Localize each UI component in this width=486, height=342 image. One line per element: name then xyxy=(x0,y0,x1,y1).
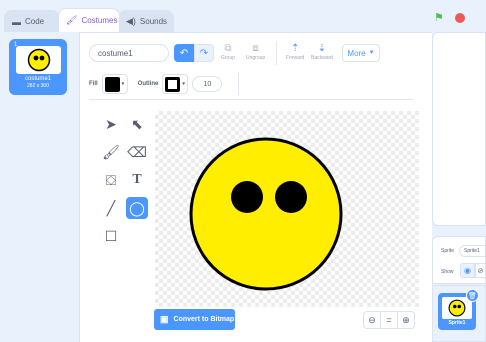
costume-thumbnail xyxy=(16,46,61,74)
outline-label: Outline xyxy=(137,81,159,87)
text-tool[interactable]: T xyxy=(126,169,148,191)
zoom-reset-button[interactable]: = xyxy=(380,311,398,329)
smiley-face-drawing[interactable] xyxy=(155,111,419,307)
properties-divider xyxy=(238,73,239,95)
toolbar-separator xyxy=(89,99,414,100)
tab-code[interactable]: ▬ Code xyxy=(4,10,60,32)
sprite-label: Sprite xyxy=(441,248,455,254)
convert-to-bitmap-button[interactable]: ▣ Convert to Bitmap xyxy=(154,309,235,330)
stop-icon[interactable] xyxy=(455,13,465,23)
circle-tool[interactable]: ◯ xyxy=(126,197,148,219)
toolbar-divider xyxy=(276,41,277,65)
outline-width-input[interactable]: 10 xyxy=(192,76,223,92)
ungroup-label: Ungroup xyxy=(246,55,266,61)
outline-color-preview xyxy=(165,76,181,92)
bitmap-icon: ▣ xyxy=(160,314,169,324)
brush-icon: 🖌 xyxy=(102,143,120,160)
delete-sprite-button[interactable]: 🗑 xyxy=(466,289,479,302)
zoom-out-icon: ⊖ xyxy=(368,314,376,325)
undo-icon[interactable]: ↶ xyxy=(174,44,194,62)
circle-icon: ◯ xyxy=(129,199,145,216)
tab-costumes[interactable]: 🖌 Costumes xyxy=(58,8,120,32)
costume-name-input[interactable]: costume1 xyxy=(89,44,169,62)
group-button[interactable]: ⧉ Group xyxy=(221,42,235,61)
code-icon: ▬ xyxy=(12,16,21,27)
brush-icon: 🖌 xyxy=(66,15,78,25)
convert-label: Convert to Bitmap xyxy=(173,316,235,323)
tab-code-label: Code xyxy=(25,17,45,26)
reshape-tool[interactable]: ⬉ xyxy=(126,113,148,135)
eraser-icon: ⌫ xyxy=(127,143,147,160)
trash-icon: 🗑 xyxy=(468,292,477,300)
costume-name: costume1 xyxy=(24,76,51,82)
forward-icon: ⇡ xyxy=(290,43,300,54)
sprite-name-input[interactable]: Sprite1 xyxy=(459,245,486,257)
fill-color-preview xyxy=(104,76,120,92)
bucket-icon: ⛋ xyxy=(105,171,117,188)
rectangle-tool[interactable]: ☐ xyxy=(100,225,122,247)
backward-label: Backward xyxy=(311,55,333,61)
more-button[interactable]: More ▼ xyxy=(342,44,380,62)
tab-sounds[interactable]: ◀) Sounds xyxy=(118,10,174,32)
reshape-icon: ⬉ xyxy=(131,115,143,132)
rectangle-icon: ☐ xyxy=(104,227,118,244)
group-icon: ⧉ xyxy=(224,43,232,54)
more-label: More xyxy=(347,48,366,58)
fill-tool[interactable]: ⛋ xyxy=(100,169,122,191)
costume-size: 282 x 300 xyxy=(27,83,49,89)
tab-sounds-label: Sounds xyxy=(139,17,168,26)
smiley-thumbnail-icon xyxy=(27,48,50,72)
fill-color-swatch[interactable]: ▾ xyxy=(101,74,128,94)
sprite-name: Sprite1 xyxy=(448,320,466,326)
costume-list: 1 costume1 282 x 300 xyxy=(0,32,80,342)
zoom-in-icon: ⊕ xyxy=(402,314,410,325)
green-flag-icon[interactable]: ⚑ xyxy=(434,11,444,24)
redo-icon[interactable]: ↷ xyxy=(194,44,214,62)
backward-button[interactable]: ⇣ Backward xyxy=(311,42,333,61)
backward-icon: ⇣ xyxy=(317,43,327,54)
tab-costumes-label: Costumes xyxy=(81,16,118,25)
arrow-icon: ➤ xyxy=(105,115,117,132)
outline-color-swatch[interactable]: ▾ xyxy=(162,74,189,94)
chevron-down-icon: ▾ xyxy=(121,81,125,87)
ungroup-icon: ⧈ xyxy=(252,43,259,54)
undo-redo-group: ↶ ↷ xyxy=(174,44,214,62)
zoom-out-button[interactable]: ⊖ xyxy=(363,311,381,329)
costume-tile[interactable]: 1 costume1 282 x 300 xyxy=(9,39,67,95)
select-tool[interactable]: ➤ xyxy=(100,113,122,135)
properties-row: Fill ▾ Outline ▾ 10 xyxy=(89,73,223,95)
line-icon: ╱ xyxy=(106,199,116,216)
brush-tool[interactable]: 🖌 xyxy=(100,141,122,163)
forward-button[interactable]: ⇡ Forward xyxy=(286,42,304,61)
fill-label: Fill xyxy=(89,81,98,87)
hide-sprite-toggle[interactable]: ⊘ xyxy=(475,263,486,278)
zoom-reset-label: = xyxy=(386,315,392,325)
chevron-down-icon: ▼ xyxy=(368,50,375,56)
editor-tab-bar: ▬ Code ◀) Sounds 🖌 Costumes xyxy=(0,0,432,32)
show-label: Show xyxy=(441,269,454,275)
eye-icon: ◉ xyxy=(464,266,471,275)
speaker-icon: ◀) xyxy=(126,16,136,26)
smiley-sprite-icon xyxy=(448,299,466,317)
stage-canvas[interactable] xyxy=(432,32,486,226)
drawing-canvas[interactable] xyxy=(155,111,419,307)
forward-label: Forward xyxy=(286,55,305,61)
chevron-down-icon: ▾ xyxy=(182,81,185,87)
group-label: Group xyxy=(221,55,235,61)
ungroup-button[interactable]: ⧈ Ungroup xyxy=(246,42,265,61)
eraser-tool[interactable]: ⌫ xyxy=(126,141,148,163)
text-icon: T xyxy=(132,172,142,187)
show-sprite-toggle[interactable]: ◉ xyxy=(460,263,475,278)
zoom-in-button[interactable]: ⊕ xyxy=(397,311,415,329)
paint-editor: costume1 ↶ ↷ ⧉ Group ⧈ Ungroup ⇡ Forward… xyxy=(80,32,432,342)
line-tool[interactable]: ╱ xyxy=(100,197,122,219)
eye-slash-icon: ⊘ xyxy=(477,267,484,275)
